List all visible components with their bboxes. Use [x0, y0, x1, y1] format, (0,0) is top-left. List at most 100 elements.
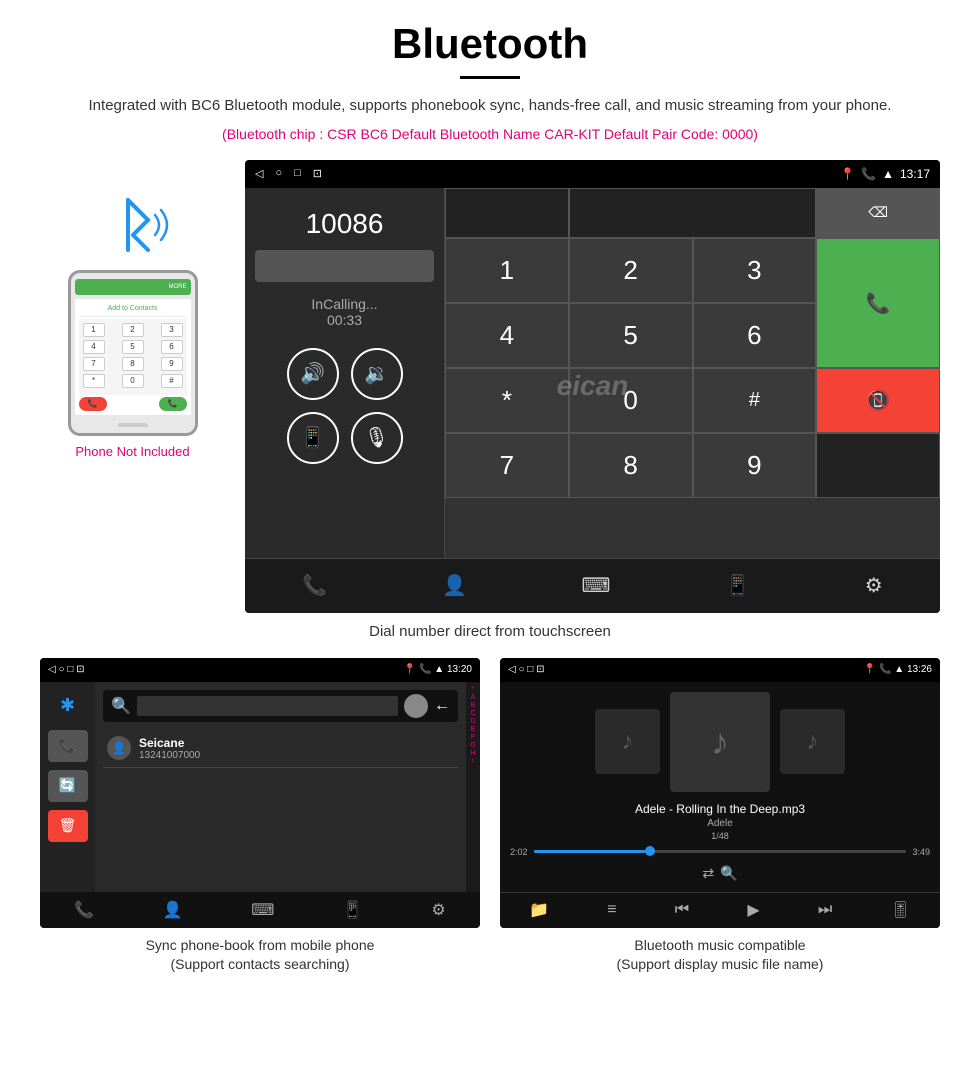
pb-back-arrow: ← [434, 697, 450, 715]
pb-search-bar[interactable]: 🔍 ← [103, 690, 458, 722]
pb-delete-btn[interactable]: 🗑 [48, 810, 88, 842]
mute-button[interactable]: 🎙 [351, 412, 403, 464]
pb-sidebar: ✱ 📞 🔄 🗑 [40, 682, 95, 892]
phone-mockup: MORE Add to Contacts 123 456 789 [68, 270, 198, 436]
dialer-number: 10086 [306, 208, 384, 240]
pb-bottom-transfer[interactable]: 📱 [343, 900, 363, 920]
music-screen: ◁ ○ □ ⊡ 📍 📞 ▲ 13:26 ♪ ♪ [500, 658, 940, 928]
header-description: Integrated with BC6 Bluetooth module, su… [40, 95, 940, 118]
home-icon: ○ [275, 167, 282, 180]
phonebook-screen: ◁ ○ □ ⊡ 📍 📞 ▲ 13:20 ✱ 📞 🔄 🗑 [40, 658, 480, 928]
music-note-right-icon: ♪ [807, 728, 819, 756]
phonebook-section: ◁ ○ □ ⊡ 📍 📞 ▲ 13:20 ✱ 📞 🔄 🗑 [40, 658, 480, 975]
pb-index-bar: * A B C D E F G H I [466, 682, 480, 892]
phone-side: MORE Add to Contacts 123 456 789 [40, 160, 225, 459]
pb-index-f[interactable]: F [468, 734, 478, 741]
numpad-hash[interactable]: # [693, 368, 817, 433]
pb-contact-details: Seicane 13241007000 [139, 736, 200, 761]
mu-bottom-next[interactable]: ⏭ [818, 901, 832, 919]
statusbar-nav-icons: ◁ ○ □ ⊡ [255, 167, 322, 180]
pb-index-i[interactable]: I [468, 758, 478, 765]
phone-topbar: MORE [75, 279, 191, 295]
numpad-9[interactable]: 9 [693, 433, 817, 498]
pb-bottom-call[interactable]: 📞 [74, 900, 94, 920]
pb-call-btn[interactable]: 📞 [48, 730, 88, 762]
numpad-4[interactable]: 4 [445, 303, 569, 368]
numpad-3[interactable]: 3 [693, 238, 817, 303]
screenshot-icon: ⊡ [313, 167, 322, 180]
title-divider [460, 76, 520, 79]
pb-index-star[interactable]: * [468, 686, 478, 693]
numpad-5[interactable]: 5 [569, 303, 693, 368]
mu-time-total: 3:49 [912, 847, 930, 857]
mu-progress-bar[interactable] [534, 850, 907, 853]
pb-contact-number: 13241007000 [139, 750, 200, 761]
pb-contact-name: Seicane [139, 736, 200, 750]
phonebook-caption: Sync phone-book from mobile phone (Suppo… [40, 936, 480, 975]
mu-time-current: 2:02 [510, 847, 528, 857]
numpad-star[interactable]: * [445, 368, 569, 433]
mu-album-art-right: ♪ [780, 709, 845, 774]
pb-index-g[interactable]: G [468, 742, 478, 749]
car-bottom-transfer-icon[interactable]: 📱 [725, 573, 750, 598]
pb-bottom-dialpad[interactable]: ⌨ [251, 900, 274, 920]
mu-bottom-eq[interactable]: 🎚 [891, 900, 911, 920]
numpad-8[interactable]: 8 [569, 433, 693, 498]
pb-bottom-contact[interactable]: 👤 [163, 900, 183, 920]
music-section: ◁ ○ □ ⊡ 📍 📞 ▲ 13:26 ♪ ♪ [500, 658, 940, 975]
mu-body: ♪ ♪ ♪ Adele - Rolling In the Deep.mp3 Ad… [500, 682, 940, 892]
mu-bottom-prev[interactable]: ⏮ [675, 901, 689, 919]
pb-index-e[interactable]: E [468, 726, 478, 733]
mu-bottom-folder[interactable]: 📁 [529, 900, 549, 920]
transfer-button[interactable]: 📱 [287, 412, 339, 464]
volume-down-button[interactable]: 🔉 [351, 348, 403, 400]
volume-up-button[interactable]: 🔊 [287, 348, 339, 400]
mu-progress-row: 2:02 3:49 [510, 847, 930, 857]
dialer-numpad: ⌫ 1 2 3 📞 4 5 6 * 0 # 📵 7 [445, 188, 940, 498]
mu-song-title: Adele - Rolling In the Deep.mp3 [635, 802, 805, 816]
dialer-numpad-panel: ⌫ 1 2 3 📞 4 5 6 * 0 # 📵 7 [445, 188, 940, 558]
mu-progress-dot [645, 846, 655, 856]
mu-search-icon[interactable]: 🔍 [720, 865, 737, 882]
mu-shuffle-icon[interactable]: ⇄ [702, 865, 714, 882]
music-caption: Bluetooth music compatible (Support disp… [500, 936, 940, 975]
page-title: Bluetooth [40, 20, 940, 68]
numpad-1[interactable]: 1 [445, 238, 569, 303]
pb-bottom-settings[interactable]: ⚙ [431, 900, 445, 920]
pb-contact-item[interactable]: 👤 Seicane 13241007000 [103, 730, 458, 768]
car-bottom-call-icon[interactable]: 📞 [302, 573, 327, 598]
mu-bottom-play[interactable]: ▶ [747, 900, 759, 920]
car-bottom-settings-icon[interactable]: ⚙ [865, 573, 883, 598]
music-note-left-icon: ♪ [622, 728, 634, 756]
statusbar-info: 📍 📞 ▲ 13:17 [840, 167, 930, 181]
pb-statusbar-right: 📍 📞 ▲ 13:20 [404, 664, 472, 675]
car-bottom-contact-icon[interactable]: 👤 [442, 573, 467, 598]
pb-index-d[interactable]: D [468, 718, 478, 725]
pb-index-b[interactable]: B [468, 702, 478, 709]
car-bottombar: 📞 👤 ⌨ 📱 ⚙ [245, 558, 940, 613]
location-icon: 📍 [840, 167, 855, 181]
pb-nav-icons: ◁ ○ □ ⊡ [48, 664, 84, 675]
numpad-call[interactable]: 📞 [816, 238, 940, 368]
pb-statusbar: ◁ ○ □ ⊡ 📍 📞 ▲ 13:20 [40, 658, 480, 682]
pb-index-h[interactable]: H [468, 750, 478, 757]
pb-index-a[interactable]: A [468, 694, 478, 701]
pb-sync-btn[interactable]: 🔄 [48, 770, 88, 802]
numpad-backspace[interactable]: ⌫ [816, 188, 940, 239]
numpad-0[interactable]: 0 [569, 368, 693, 433]
numpad-6[interactable]: 6 [693, 303, 817, 368]
mu-track-count: 1/48 [711, 831, 729, 841]
numpad-7[interactable]: 7 [445, 433, 569, 498]
pb-index-c[interactable]: C [468, 710, 478, 717]
car-dialer-screen: ◁ ○ □ ⊡ 📍 📞 ▲ 13:17 [245, 160, 940, 613]
statusbar-time: 13:17 [900, 167, 930, 181]
mu-bottom-list[interactable]: ≡ [607, 901, 616, 919]
pb-contact-avatar: 👤 [107, 736, 131, 760]
mu-actions: ⇄ 🔍 [702, 865, 737, 882]
numpad-input [569, 188, 817, 239]
pb-bluetooth-icon: ✱ [48, 690, 88, 722]
numpad-endcall[interactable]: 📵 [816, 368, 940, 433]
mu-album-art-left: ♪ [595, 709, 660, 774]
numpad-2[interactable]: 2 [569, 238, 693, 303]
car-bottom-dialpad-icon[interactable]: ⌨ [582, 573, 611, 598]
